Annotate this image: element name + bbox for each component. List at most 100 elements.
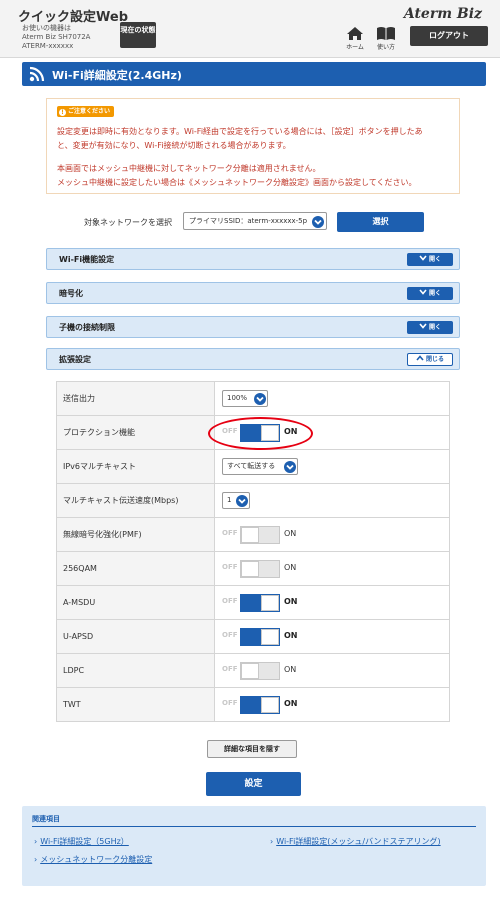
select-network-button[interactable]: 選択	[337, 212, 424, 232]
section-toggle-label: 閉じる	[426, 356, 445, 363]
wifi-icon	[29, 66, 45, 82]
hide-details-button[interactable]: 詳細な項目を隠す	[207, 740, 297, 758]
section-title: 暗号化	[59, 289, 83, 298]
notice-badge: ! ご注意ください	[57, 106, 115, 117]
section-title: 拡張設定	[59, 355, 91, 364]
book-icon	[377, 27, 395, 40]
guide-label: 使い方	[376, 44, 395, 51]
tx-power-value: 100%	[227, 394, 248, 402]
section-title: Wi-Fi機能設定	[59, 255, 115, 264]
switch-off-label: OFF	[222, 664, 238, 673]
notice-line: メッシュ中継機に設定したい場合は《メッシュネットワーク分離設定》画面から設定して…	[57, 178, 417, 187]
setting-label: 無線暗号化強化(PMF)	[56, 517, 215, 552]
table-row: IPv6マルチキャスト すべて転送する	[56, 449, 450, 484]
chevron-down-icon	[419, 289, 427, 295]
divider	[32, 826, 476, 827]
section-advanced[interactable]: 拡張設定 閉じる	[46, 348, 460, 370]
switch-off-label: OFF	[222, 528, 238, 537]
brand-logo: Aterm Biz	[403, 6, 482, 22]
chevron-down-icon	[236, 495, 248, 507]
section-toggle-label: 開く	[429, 256, 442, 263]
section-title: 子機の接続制限	[59, 323, 115, 332]
notice-box: ! ご注意ください 設定変更は即時に有効となります。Wi-Fi経由で設定を行ってい…	[46, 98, 460, 194]
home-button[interactable]: ホーム	[342, 26, 368, 52]
table-row: 256QAM OFF ON	[56, 551, 450, 586]
tx-power-select[interactable]: 100%	[222, 390, 268, 407]
setting-label: 256QAM	[56, 551, 215, 586]
section-wifi-function[interactable]: Wi-Fi機能設定 開く	[46, 248, 460, 270]
section-toggle-label: 開く	[429, 324, 442, 331]
setting-label: LDPC	[56, 653, 215, 688]
status-button[interactable]: 現在の状態	[120, 22, 156, 48]
app-title: クイック設定Web	[18, 10, 128, 25]
guide-button[interactable]: 使い方	[373, 26, 399, 52]
chevron-down-icon	[312, 216, 324, 228]
setting-label: U-APSD	[56, 619, 215, 654]
table-row: A-MSDU OFF ON	[56, 585, 450, 620]
highlight-annotation	[208, 417, 313, 450]
home-icon	[347, 27, 363, 40]
chevron-down-icon	[284, 461, 296, 473]
switch-on-label: ON	[284, 528, 297, 538]
device-label: お使いの機器は	[22, 24, 71, 32]
related-items: 関連項目 › Wi-Fi詳細設定（5GHz） › Wi-Fi詳細設定(メッシュ/バン…	[22, 806, 486, 886]
app-header: クイック設定Web お使いの機器は Aterm Biz SH7072A ATER…	[0, 0, 500, 58]
setting-label: 送信出力	[56, 381, 215, 416]
bullet-icon: ›	[34, 837, 38, 846]
switch-off-label: OFF	[222, 630, 238, 639]
multicast-rate-select[interactable]: 1	[222, 492, 250, 509]
switch-on-label: ON	[284, 562, 297, 572]
switch-on-label: ON	[284, 698, 298, 708]
section-client-restriction[interactable]: 子機の接続制限 開く	[46, 316, 460, 338]
section-expand-button[interactable]: 開く	[407, 287, 453, 300]
switch-on-label: ON	[284, 664, 297, 674]
section-expand-button[interactable]: 開く	[407, 253, 453, 266]
setting-label: TWT	[56, 687, 215, 722]
setting-label: A-MSDU	[56, 585, 215, 620]
notice-line: 設定変更は即時に有効となります。Wi-Fi経由で設定を行っている場合には、［設定…	[57, 127, 423, 136]
notice-line: と、変更が有効になり、Wi-Fi接続が切断される場合があります。	[57, 141, 291, 150]
link-mesh-isolation[interactable]: › メッシュネットワーク分離設定	[34, 854, 152, 865]
page-title-bar: Wi-Fi詳細設定(2.4GHz)	[22, 62, 486, 86]
chevron-down-icon	[419, 255, 427, 261]
switch-on-label: ON	[284, 596, 298, 606]
link-wifi-5ghz[interactable]: › Wi-Fi詳細設定（5GHz）	[34, 836, 129, 847]
network-select[interactable]: プライマリSSID：aterm-xxxxxx-5p	[183, 212, 327, 230]
bullet-icon: ›	[270, 837, 274, 846]
network-select-value: プライマリSSID：aterm-xxxxxx-5p	[189, 217, 308, 225]
section-collapse-button[interactable]: 閉じる	[407, 353, 453, 366]
twt-toggle[interactable]: OFF ON	[222, 695, 306, 714]
target-network-label: 対象ネットワークを選択	[84, 218, 172, 227]
ipv6-multicast-select[interactable]: すべて転送する	[222, 458, 298, 475]
switch-off-label: OFF	[222, 562, 238, 571]
table-row: 送信出力 100%	[56, 381, 450, 416]
setting-label: マルチキャスト伝送速度(Mbps)	[56, 483, 215, 518]
notice-badge-label: ご注意ください	[68, 108, 111, 115]
table-row: マルチキャスト伝送速度(Mbps) 1	[56, 483, 450, 518]
switch-off-label: OFF	[222, 698, 238, 707]
home-label: ホーム	[346, 44, 364, 51]
section-encryption[interactable]: 暗号化 開く	[46, 282, 460, 304]
setting-label: IPv6マルチキャスト	[56, 449, 215, 484]
switch-on-label: ON	[284, 630, 298, 640]
exclamation-icon: !	[59, 109, 66, 116]
table-row: TWT OFF ON	[56, 687, 450, 722]
qam256-toggle[interactable]: OFF ON	[222, 559, 306, 578]
table-row: U-APSD OFF ON	[56, 619, 450, 654]
apply-settings-button[interactable]: 設定	[206, 772, 301, 796]
device-model: Aterm Biz SH7072A	[22, 33, 91, 41]
ldpc-toggle[interactable]: OFF ON	[222, 661, 306, 680]
section-expand-button[interactable]: 開く	[407, 321, 453, 334]
setting-label: プロテクション機能	[56, 415, 215, 450]
bullet-icon: ›	[34, 855, 38, 864]
amsdu-toggle[interactable]: OFF ON	[222, 593, 306, 612]
logout-button[interactable]: ログアウト	[410, 26, 488, 46]
ipv6-multicast-value: すべて転送する	[227, 462, 276, 470]
uapsd-toggle[interactable]: OFF ON	[222, 627, 306, 646]
link-wifi-mesh[interactable]: › Wi-Fi詳細設定(メッシュ/バンドステアリング)	[270, 836, 441, 847]
section-toggle-label: 開く	[429, 290, 442, 297]
table-row: 無線暗号化強化(PMF) OFF ON	[56, 517, 450, 552]
related-title: 関連項目	[32, 815, 60, 823]
pmf-toggle[interactable]: OFF ON	[222, 525, 306, 544]
page-title: Wi-Fi詳細設定(2.4GHz)	[52, 69, 182, 82]
